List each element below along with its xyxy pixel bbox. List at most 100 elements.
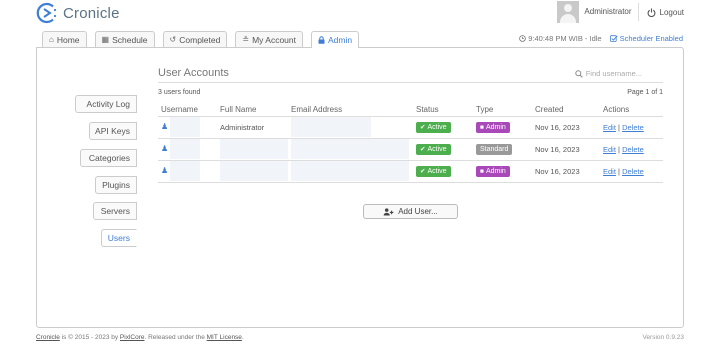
- col-actions: Actions: [600, 103, 663, 117]
- tab-label: Admin: [328, 35, 353, 45]
- title-divider: [158, 82, 663, 83]
- tab-admin[interactable]: Admin: [311, 31, 360, 48]
- scheduler-toggle[interactable]: Scheduler Enabled: [609, 34, 683, 43]
- redacted-email: [291, 117, 371, 137]
- tab-label: Schedule: [112, 34, 148, 45]
- lock-icon: ■: [480, 167, 484, 175]
- tab-schedule[interactable]: ▦ Schedule: [94, 31, 155, 47]
- home-icon: ⌂: [49, 35, 54, 44]
- check-icon: ✔: [420, 168, 426, 175]
- redacted-full-name: [220, 161, 288, 181]
- sidenav-item-servers[interactable]: Servers: [93, 202, 137, 220]
- sidenav-label: API Keys: [95, 126, 130, 136]
- user-icon: ♟: [161, 165, 169, 175]
- col-email[interactable]: Email Address: [288, 103, 413, 117]
- checkbox-checked-icon: [609, 35, 618, 42]
- col-type[interactable]: Type: [473, 103, 532, 117]
- redacted-username[interactable]: [170, 161, 201, 181]
- user-icon: ♟: [161, 121, 169, 131]
- tab-label: Home: [56, 34, 80, 45]
- type-text: Admin: [485, 123, 506, 131]
- users-table: Username Full Name Email Address Status …: [158, 103, 663, 183]
- main-tabs: ⌂ Home ▦ Schedule ↺ Completed ≗ My Account A…: [42, 31, 367, 48]
- edit-link[interactable]: Edit: [603, 145, 616, 154]
- search-icon: [575, 69, 583, 78]
- status-text: Active: [427, 167, 447, 175]
- clock-icon: [519, 35, 527, 42]
- add-user-label: Add User...: [398, 207, 438, 216]
- clock-text: 9:40:48 PM WIB - Idle: [528, 34, 602, 43]
- cell-created: Nov 16, 2023: [532, 116, 600, 139]
- sidenav-item-users[interactable]: Users: [101, 229, 137, 247]
- user-area: Administrator Logout: [557, 1, 684, 23]
- logout-label: Logout: [659, 7, 684, 17]
- footer: Cronicle is © 2015 - 2023 by PixlCore. R…: [36, 334, 244, 341]
- cell-full-name: Administrator: [217, 116, 288, 139]
- cronicle-logo-icon: [36, 2, 57, 24]
- delete-link[interactable]: Delete: [622, 167, 644, 176]
- sidenav-label: Servers: [100, 206, 130, 216]
- cell-created: Nov 16, 2023: [532, 160, 600, 183]
- redacted-full-name: [220, 139, 288, 159]
- check-icon: ✔: [420, 124, 426, 131]
- logout-button[interactable]: Logout: [639, 8, 684, 17]
- col-created[interactable]: Created: [532, 103, 600, 117]
- delete-link[interactable]: Delete: [622, 123, 644, 132]
- table-row: ♟ ✔ Active ■ Admin Nov 16, 2023 Edit | Del…: [158, 160, 663, 183]
- add-user-button[interactable]: Add User...: [363, 204, 458, 219]
- redacted-username[interactable]: [170, 139, 201, 159]
- footer-copyright: is © 2015 - 2023 by: [59, 334, 120, 341]
- cell-created: Nov 16, 2023: [532, 138, 600, 161]
- version-label: Version 0.9.23: [642, 334, 684, 341]
- scheduler-label: Scheduler Enabled: [619, 34, 683, 43]
- type-badge: ■ Admin: [476, 165, 510, 177]
- sidenav-item-categories[interactable]: Categories: [80, 149, 137, 167]
- col-full-name[interactable]: Full Name: [217, 103, 288, 117]
- tab-completed[interactable]: ↺ Completed: [162, 31, 228, 47]
- status-badge: ✔ Active: [416, 121, 451, 133]
- user-icon: ♟: [161, 143, 169, 153]
- type-text: Admin: [485, 167, 506, 175]
- tab-label: My Account: [252, 34, 296, 45]
- app-logo[interactable]: Cronicle: [36, 2, 120, 24]
- type-badge: Standard: [476, 143, 513, 155]
- lock-icon: ■: [480, 123, 484, 131]
- app-name: Cronicle: [63, 4, 120, 22]
- header-username[interactable]: Administrator: [584, 3, 639, 21]
- footer-company-link[interactable]: PixlCore: [120, 334, 145, 341]
- section-title: User Accounts: [158, 67, 229, 79]
- power-icon: [647, 7, 655, 17]
- tab-label: Completed: [179, 34, 221, 45]
- user-icon: ≗: [242, 35, 250, 44]
- footer-product-link[interactable]: Cronicle: [36, 334, 60, 341]
- status-badge: ✔ Active: [416, 165, 451, 177]
- edit-link[interactable]: Edit: [603, 123, 616, 132]
- page-indicator: Page 1 of 1: [627, 89, 663, 96]
- col-status[interactable]: Status: [413, 103, 473, 117]
- redacted-email: [291, 161, 409, 181]
- sidenav-item-activity-log[interactable]: Activity Log: [75, 95, 137, 113]
- table-row: ♟ Administrator ✔ Active ■ Admin Nov 16, 2…: [158, 116, 663, 139]
- status-text: Active: [427, 145, 447, 153]
- col-username[interactable]: Username: [158, 103, 217, 117]
- sidenav-item-plugins[interactable]: Plugins: [95, 176, 137, 194]
- calendar-icon: ▦: [101, 35, 110, 44]
- footer-end: .: [241, 334, 244, 341]
- tab-my-account[interactable]: ≗ My Account: [235, 31, 303, 47]
- footer-license-link[interactable]: MIT License: [207, 334, 242, 341]
- sidenav-item-api-keys[interactable]: API Keys: [89, 122, 137, 140]
- username-search[interactable]: Find username...: [575, 69, 642, 78]
- type-badge: ■ Admin: [476, 121, 510, 133]
- avatar[interactable]: [557, 1, 580, 23]
- lock-icon: [318, 36, 325, 44]
- table-row: ♟ ✔ Active Standard Nov 16, 2023 Edit | D…: [158, 138, 663, 161]
- status-text: Active: [427, 123, 447, 131]
- table-header-row: Username Full Name Email Address Status …: [158, 103, 663, 117]
- edit-link[interactable]: Edit: [603, 167, 616, 176]
- redacted-username[interactable]: [170, 117, 201, 137]
- sidenav-label: Activity Log: [86, 99, 130, 109]
- footer-released: . Released under the: [144, 334, 207, 341]
- users-found-count: 3 users found: [158, 89, 201, 96]
- tab-home[interactable]: ⌂ Home: [42, 31, 87, 47]
- delete-link[interactable]: Delete: [622, 145, 644, 154]
